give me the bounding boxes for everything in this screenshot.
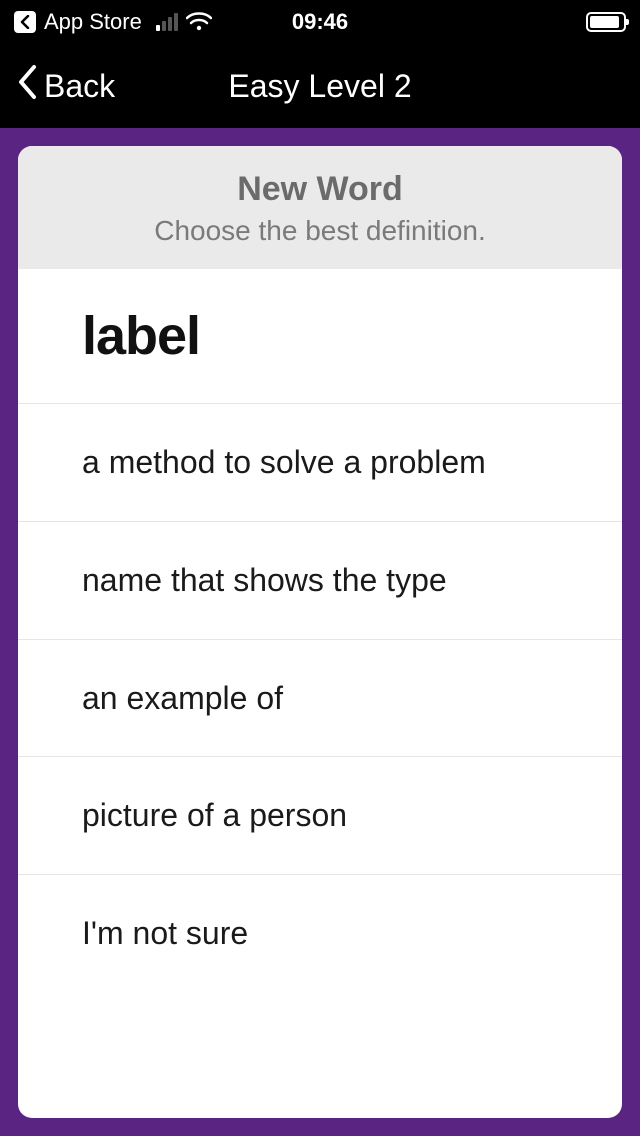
option-row[interactable]: an example of — [18, 640, 622, 758]
option-row[interactable]: name that shows the type — [18, 522, 622, 640]
card-header-title: New Word — [38, 170, 602, 209]
option-row[interactable]: picture of a person — [18, 757, 622, 875]
app-store-back-icon[interactable] — [14, 11, 36, 33]
battery-icon — [586, 12, 626, 32]
wifi-icon — [186, 12, 212, 32]
word-row: label — [18, 269, 622, 404]
back-button[interactable]: Back — [16, 64, 115, 109]
chevron-left-icon — [16, 64, 38, 109]
status-time: 09:46 — [292, 9, 348, 35]
status-bar: App Store 09:46 — [0, 0, 640, 44]
back-label: Back — [44, 68, 115, 105]
card-header: New Word Choose the best definition. — [18, 146, 622, 269]
question-card: New Word Choose the best definition. lab… — [18, 146, 622, 1118]
option-text: I'm not sure — [82, 911, 558, 956]
app-store-label[interactable]: App Store — [44, 9, 142, 35]
option-text: a method to solve a problem — [82, 440, 558, 485]
option-text: an example of — [82, 676, 558, 721]
option-text: picture of a person — [82, 793, 558, 838]
option-row[interactable]: I'm not sure — [18, 875, 622, 992]
cellular-signal-icon — [156, 13, 178, 31]
card-header-subtitle: Choose the best definition. — [38, 215, 602, 247]
nav-title: Easy Level 2 — [228, 68, 411, 105]
option-row[interactable]: a method to solve a problem — [18, 404, 622, 522]
content-wrapper: New Word Choose the best definition. lab… — [0, 128, 640, 1136]
nav-bar: Back Easy Level 2 — [0, 44, 640, 128]
status-right — [586, 12, 626, 32]
option-text: name that shows the type — [82, 558, 558, 603]
word-text: label — [82, 305, 558, 367]
